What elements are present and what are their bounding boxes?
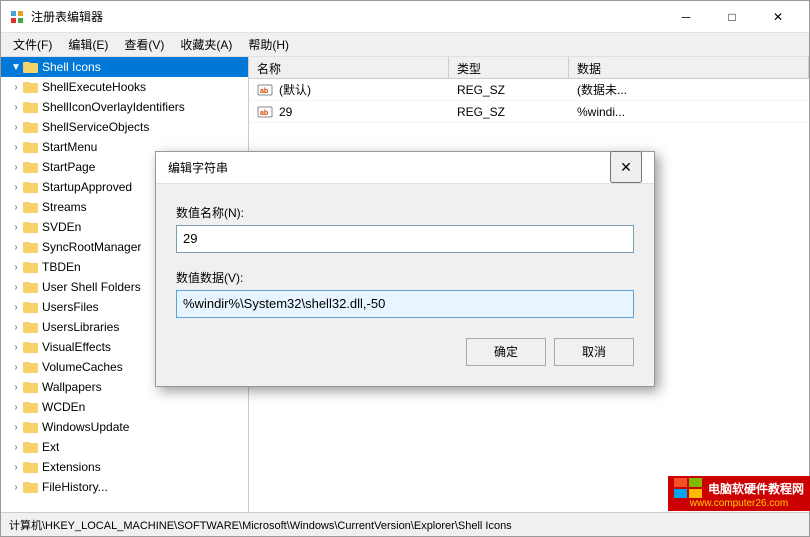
data-input[interactable] [176,290,634,318]
edit-string-dialog: 编辑字符串 ✕ 数值名称(N): 数值数据(V): 确定 取消 [155,151,655,387]
name-label: 数值名称(N): [176,204,634,221]
dialog-close-button[interactable]: ✕ [610,151,642,183]
name-form-group: 数值名称(N): [176,204,634,253]
dialog-buttons: 确定 取消 [176,334,634,366]
cancel-button[interactable]: 取消 [554,338,634,366]
dialog-title-bar: 编辑字符串 ✕ [156,152,654,184]
dialog-overlay: 编辑字符串 ✕ 数值名称(N): 数值数据(V): 确定 取消 [0,0,810,537]
ok-button[interactable]: 确定 [466,338,546,366]
dialog-title: 编辑字符串 [168,159,610,176]
data-form-group: 数值数据(V): [176,269,634,318]
data-label: 数值数据(V): [176,269,634,286]
dialog-body: 数值名称(N): 数值数据(V): 确定 取消 [156,184,654,386]
name-input[interactable] [176,225,634,253]
